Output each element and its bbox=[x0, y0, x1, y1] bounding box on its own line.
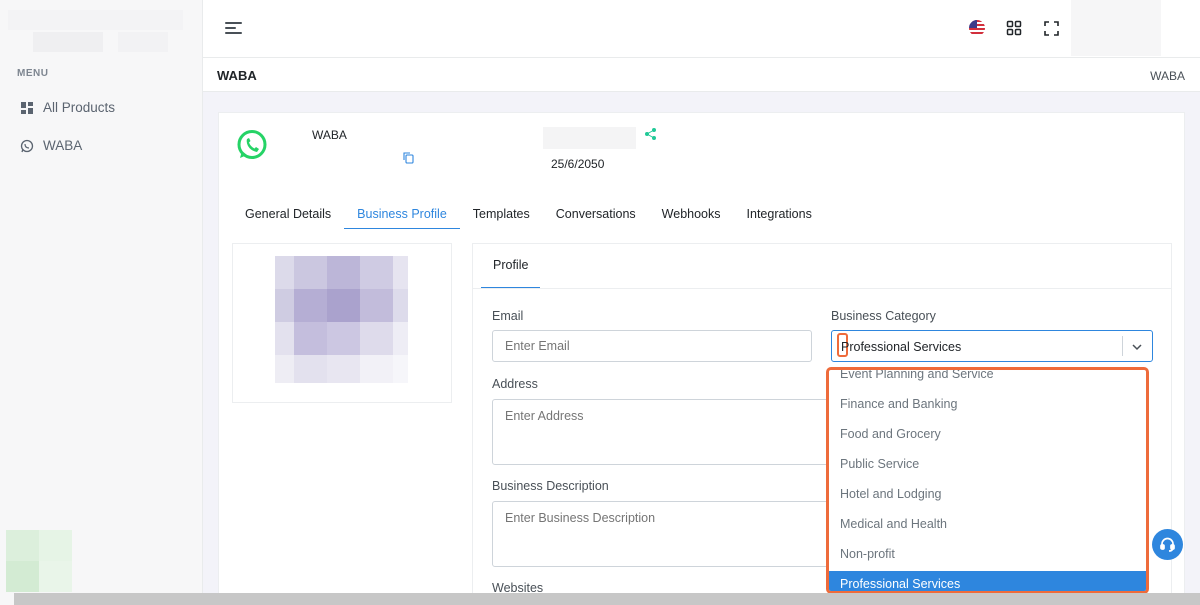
tab-business-profile[interactable]: Business Profile bbox=[344, 201, 460, 229]
divider bbox=[473, 288, 1171, 289]
user-profile[interactable] bbox=[1071, 0, 1161, 56]
business-category-label: Business Category bbox=[831, 309, 936, 323]
dropdown-option[interactable]: Food and Grocery bbox=[829, 421, 1146, 451]
profile-picture-card bbox=[232, 243, 452, 403]
business-category-select[interactable]: Professional Services bbox=[831, 330, 1153, 362]
whatsapp-logo-icon bbox=[237, 130, 267, 159]
phone-number bbox=[543, 127, 636, 149]
chevron-down-icon[interactable] bbox=[1130, 340, 1144, 354]
share-icon[interactable] bbox=[645, 128, 656, 140]
tab-integrations[interactable]: Integrations bbox=[734, 201, 825, 229]
tab-profile[interactable]: Profile bbox=[481, 244, 541, 288]
menu-title: MENU bbox=[17, 68, 49, 79]
tab-general-details[interactable]: General Details bbox=[232, 201, 344, 229]
dropdown-option[interactable]: Medical and Health bbox=[829, 511, 1146, 541]
sidebar: MENU All Products WABA bbox=[0, 0, 203, 605]
dropdown-option[interactable]: Non-profit bbox=[829, 541, 1146, 571]
hamburger-icon[interactable] bbox=[225, 20, 245, 36]
dropdown-option[interactable]: Event Planning and Service bbox=[829, 370, 1146, 391]
fullscreen-icon[interactable] bbox=[1041, 18, 1061, 38]
us-flag-icon[interactable] bbox=[967, 18, 987, 38]
tab-conversations[interactable]: Conversations bbox=[543, 201, 649, 229]
whatsapp-icon bbox=[20, 139, 34, 152]
date: 25/6/2050 bbox=[551, 157, 605, 171]
page-title-bar: WABA WABA bbox=[203, 58, 1200, 92]
breadcrumb[interactable]: WABA bbox=[1150, 69, 1185, 83]
dropdown-option-selected[interactable]: Professional Services bbox=[829, 571, 1146, 591]
headset-icon bbox=[1160, 537, 1175, 552]
email-field[interactable] bbox=[492, 330, 812, 362]
sidebar-item-label: WABA bbox=[43, 138, 83, 153]
divider bbox=[1122, 336, 1123, 356]
sidebar-item-waba[interactable]: WABA bbox=[20, 138, 82, 153]
avatar[interactable] bbox=[6, 530, 72, 592]
dropdown-option[interactable]: Public Service bbox=[829, 451, 1146, 481]
apps-grid-icon[interactable] bbox=[1004, 18, 1024, 38]
tab-webhooks[interactable]: Webhooks bbox=[649, 201, 734, 229]
business-category-dropdown: Event Planning and Service Finance and B… bbox=[826, 367, 1149, 594]
tab-bar: General Details Business Profile Templat… bbox=[232, 201, 825, 229]
business-description-field[interactable] bbox=[492, 501, 837, 567]
email-label: Email bbox=[492, 309, 524, 323]
page-title: WABA bbox=[217, 68, 257, 83]
grid-icon bbox=[21, 101, 33, 114]
topbar bbox=[203, 0, 1200, 58]
copy-icon[interactable] bbox=[403, 152, 414, 164]
tab-templates[interactable]: Templates bbox=[460, 201, 543, 229]
horizontal-scrollbar[interactable] bbox=[14, 593, 1200, 605]
account-name: WABA bbox=[312, 128, 347, 142]
sidebar-item-label: All Products bbox=[43, 100, 116, 115]
business-description-label: Business Description bbox=[492, 479, 609, 493]
support-chat-button[interactable] bbox=[1152, 529, 1183, 560]
logo bbox=[8, 10, 183, 55]
business-category-value: Professional Services bbox=[841, 340, 962, 354]
dropdown-option[interactable]: Hotel and Lodging bbox=[829, 481, 1146, 511]
sidebar-item-all-products[interactable]: All Products bbox=[20, 100, 115, 115]
address-field[interactable] bbox=[492, 399, 837, 465]
address-label: Address bbox=[492, 377, 538, 391]
dropdown-option[interactable]: Finance and Banking bbox=[829, 391, 1146, 421]
